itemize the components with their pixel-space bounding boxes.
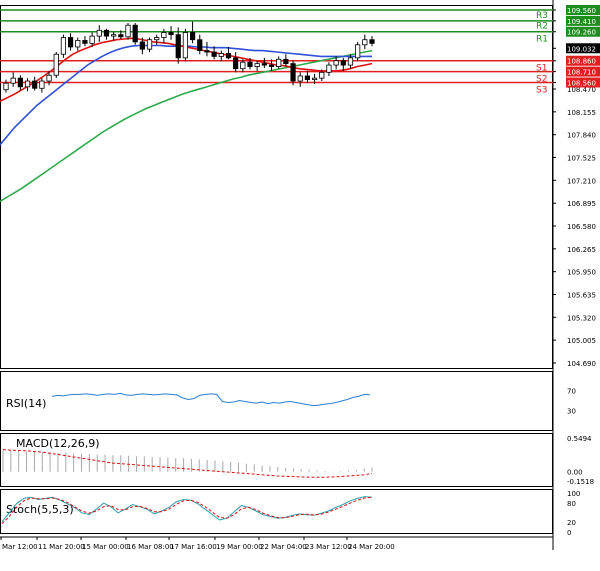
candle-body — [304, 75, 311, 80]
level-price-label: 109.410 — [567, 18, 596, 26]
candle-body — [211, 51, 217, 57]
candle-body — [53, 53, 59, 76]
candle-body — [369, 39, 375, 44]
panel-frame — [0, 489, 553, 534]
candle-body — [233, 57, 239, 70]
candle-body — [132, 24, 138, 43]
current-price-label: 109.032 — [567, 45, 596, 53]
forex-chart: 109.560 109.410 109.260 109.032 108.860 108.7… — [0, 0, 600, 567]
macd-label: MACD(12,26,9) — [16, 437, 100, 450]
price-tick-label: 107.525 — [567, 155, 596, 163]
level-price-label: 108.560 — [567, 79, 596, 87]
candle-body — [118, 34, 124, 38]
candle-body — [333, 60, 339, 66]
stoch-axis-label: 80 — [567, 500, 576, 508]
candle-body — [161, 32, 167, 38]
candle-body — [276, 58, 282, 67]
level-price-label: 109.560 — [567, 7, 596, 15]
candle-body — [146, 39, 153, 50]
candle-body — [3, 82, 9, 91]
time-tick-label: 22 Mar 04:00 — [260, 543, 307, 551]
level-label-r3: R3 — [536, 11, 548, 21]
macd-axis-label: 0.00 — [567, 469, 583, 477]
candle-body — [326, 64, 332, 73]
time-tick-label: 24 Mar 20:00 — [348, 543, 395, 551]
level-label-r2: R2 — [536, 22, 548, 32]
time-tick-label: 23 Mar 12:00 — [305, 543, 352, 551]
level-price-label: 108.860 — [567, 58, 596, 66]
candle-body — [168, 32, 174, 36]
candle-body — [218, 53, 224, 57]
candle-body — [103, 29, 110, 37]
candle-body — [254, 63, 260, 67]
candle-body — [347, 57, 354, 66]
candle-body — [39, 80, 45, 89]
candle-body — [362, 39, 368, 46]
candle-body — [154, 37, 160, 41]
price-tick-label: 106.580 — [567, 223, 596, 231]
time-tick-label: 17 Mar 16:00 — [170, 543, 217, 551]
macd-axis-label: 0.5494 — [567, 435, 592, 443]
candle-body — [319, 71, 325, 79]
candle-body — [355, 44, 361, 59]
price-tick-label: 108.155 — [567, 109, 596, 117]
candle-body — [82, 40, 88, 44]
candle-body — [46, 74, 52, 82]
candle-body — [340, 60, 346, 66]
candle-body — [125, 24, 131, 38]
candle-body — [32, 80, 38, 89]
stoch-axis-label: 100 — [567, 490, 580, 498]
level-label-r1: R1 — [536, 35, 548, 45]
candle-body — [24, 80, 31, 88]
time-tick-label: 19 Mar 00:00 — [216, 543, 263, 551]
candle-body — [268, 64, 275, 67]
candle-body — [175, 34, 181, 59]
chart-canvas: 109.560 109.410 109.260 109.032 108.860 108.7… — [0, 0, 600, 551]
candle-body — [297, 75, 303, 82]
candle-body — [89, 35, 95, 44]
candle-body — [225, 53, 232, 59]
candle-body — [17, 77, 23, 88]
stoch-axis-label: 20 — [567, 519, 576, 527]
candle-body — [10, 77, 16, 84]
candle-body — [96, 29, 102, 37]
price-tick-label: 105.635 — [567, 292, 596, 300]
price-tick-label: 104.690 — [567, 360, 596, 368]
price-tick-label: 107.210 — [567, 177, 596, 185]
candle-body — [204, 50, 210, 53]
candle-body — [182, 32, 189, 59]
time-tick-label: Mar 12:00 — [2, 543, 38, 551]
price-tick-label: 106.895 — [567, 200, 596, 208]
candle-body — [283, 58, 289, 65]
price-tick-label: 107.840 — [567, 132, 596, 140]
time-tick-label: 11 Mar 20:00 — [38, 543, 85, 551]
stoch-axis-label: 0 — [567, 529, 571, 537]
rsi-axis-label: 70 — [567, 387, 576, 395]
price-tick-label: 106.265 — [567, 246, 596, 254]
level-price-label: 108.710 — [567, 69, 596, 77]
time-tick-label: 15 Mar 00:00 — [82, 543, 129, 551]
price-tick-label: 105.320 — [567, 314, 596, 322]
rsi-axis-label: 30 — [567, 408, 576, 416]
candle-body — [139, 41, 145, 50]
candle-body — [67, 37, 74, 48]
candle-body — [197, 39, 203, 51]
level-price-label: 109.260 — [567, 29, 596, 37]
price-tick-label: 105.950 — [567, 269, 596, 277]
panel-frame — [0, 371, 553, 431]
candle-body — [290, 63, 296, 82]
candle-body — [247, 61, 253, 67]
candle-body — [240, 61, 246, 70]
macd-axis-label: -0.1518 — [567, 478, 594, 486]
time-tick-label: 16 Mar 08:00 — [127, 543, 174, 551]
price-tick-label: 105.005 — [567, 337, 596, 345]
candle-body — [111, 34, 117, 37]
candle-body — [75, 40, 81, 48]
candle-body — [189, 32, 196, 41]
candle-body — [60, 37, 67, 55]
candle-body — [261, 63, 267, 66]
rsi-label: RSI(14) — [6, 397, 46, 410]
level-label-s3: S3 — [536, 85, 547, 95]
candle-body — [311, 77, 318, 80]
